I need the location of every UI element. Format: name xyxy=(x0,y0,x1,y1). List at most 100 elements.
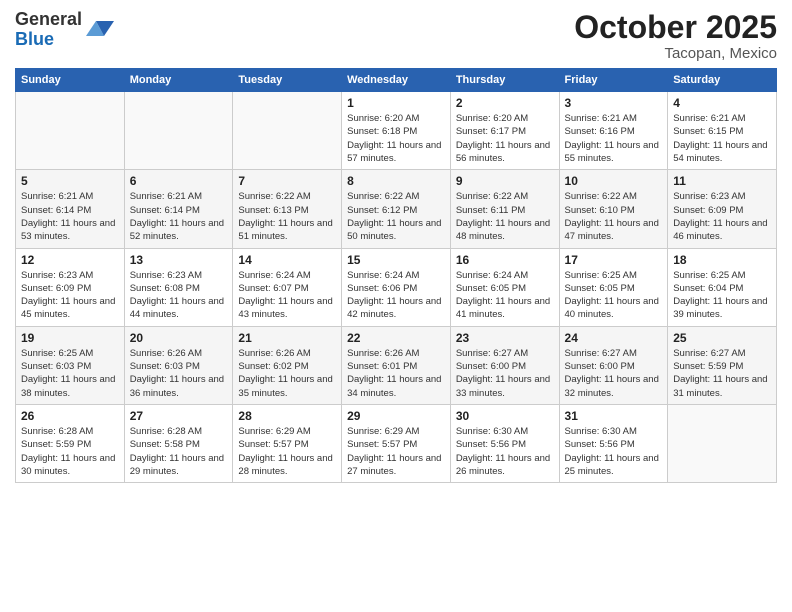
day-header-tuesday: Tuesday xyxy=(233,69,342,92)
day-info: Sunrise: 6:20 AMSunset: 6:17 PMDaylight:… xyxy=(456,112,554,165)
daylight-info: Daylight: 11 hours and 51 minutes. xyxy=(238,218,332,242)
sunrise-info: Sunrise: 6:29 AM xyxy=(238,426,310,437)
day-number: 3 xyxy=(565,96,663,110)
day-cell-17: 17Sunrise: 6:25 AMSunset: 6:05 PMDayligh… xyxy=(559,248,668,326)
logo-blue: Blue xyxy=(15,30,82,50)
daylight-info: Daylight: 11 hours and 54 minutes. xyxy=(673,140,767,164)
sunrise-info: Sunrise: 6:25 AM xyxy=(565,270,637,281)
sunset-info: Sunset: 6:10 PM xyxy=(565,205,635,216)
daylight-info: Daylight: 11 hours and 48 minutes. xyxy=(456,218,550,242)
day-number: 28 xyxy=(238,409,336,423)
day-info: Sunrise: 6:29 AMSunset: 5:57 PMDaylight:… xyxy=(238,425,336,478)
empty-cell xyxy=(233,92,342,170)
week-row-4: 19Sunrise: 6:25 AMSunset: 6:03 PMDayligh… xyxy=(16,326,777,404)
day-info: Sunrise: 6:23 AMSunset: 6:08 PMDaylight:… xyxy=(130,269,228,322)
day-number: 9 xyxy=(456,174,554,188)
sunrise-info: Sunrise: 6:27 AM xyxy=(456,348,528,359)
sunset-info: Sunset: 6:04 PM xyxy=(673,283,743,294)
day-cell-14: 14Sunrise: 6:24 AMSunset: 6:07 PMDayligh… xyxy=(233,248,342,326)
sunset-info: Sunset: 6:13 PM xyxy=(238,205,308,216)
day-number: 20 xyxy=(130,331,228,345)
day-info: Sunrise: 6:22 AMSunset: 6:12 PMDaylight:… xyxy=(347,190,445,243)
day-cell-2: 2Sunrise: 6:20 AMSunset: 6:17 PMDaylight… xyxy=(450,92,559,170)
day-cell-22: 22 Sunrise: 6:26 AM Sunset: 6:01 PM Dayligh… xyxy=(342,326,451,404)
day-info: Sunrise: 6:22 AMSunset: 6:13 PMDaylight:… xyxy=(238,190,336,243)
sunrise-info: Sunrise: 6:26 AM xyxy=(238,348,310,359)
sunset-info: Sunset: 6:03 PM xyxy=(130,361,200,372)
day-header-wednesday: Wednesday xyxy=(342,69,451,92)
day-info: Sunrise: 6:28 AMSunset: 5:58 PMDaylight:… xyxy=(130,425,228,478)
daylight-info: Daylight: 11 hours and 34 minutes. xyxy=(347,374,441,398)
sunrise-info: Sunrise: 6:22 AM xyxy=(347,191,419,202)
sunset-info: Sunset: 6:12 PM xyxy=(347,205,417,216)
sunset-info: Sunset: 5:56 PM xyxy=(456,439,526,450)
sunset-info: Sunset: 6:14 PM xyxy=(21,205,91,216)
sunrise-info: Sunrise: 6:22 AM xyxy=(565,191,637,202)
day-header-sunday: Sunday xyxy=(16,69,125,92)
sunrise-info: Sunrise: 6:21 AM xyxy=(673,113,745,124)
day-info: Sunrise: 6:20 AMSunset: 6:18 PMDaylight:… xyxy=(347,112,445,165)
day-header-thursday: Thursday xyxy=(450,69,559,92)
day-number: 18 xyxy=(673,253,771,267)
day-info: Sunrise: 6:27 AM Sunset: 6:00 PM Daylight:… xyxy=(565,347,663,400)
daylight-info: Daylight: 11 hours and 31 minutes. xyxy=(673,374,767,398)
day-number: 17 xyxy=(565,253,663,267)
week-row-5: 26Sunrise: 6:28 AMSunset: 5:59 PMDayligh… xyxy=(16,404,777,482)
daylight-info: Daylight: 11 hours and 27 minutes. xyxy=(347,453,441,477)
sunrise-info: Sunrise: 6:21 AM xyxy=(130,191,202,202)
sunrise-info: Sunrise: 6:28 AM xyxy=(130,426,202,437)
daylight-info: Daylight: 11 hours and 52 minutes. xyxy=(130,218,224,242)
sunrise-info: Sunrise: 6:23 AM xyxy=(21,270,93,281)
daylight-info: Daylight: 11 hours and 29 minutes. xyxy=(130,453,224,477)
month-title: October 2025 xyxy=(574,10,777,45)
week-row-2: 5Sunrise: 6:21 AMSunset: 6:14 PMDaylight… xyxy=(16,170,777,248)
sunrise-info: Sunrise: 6:21 AM xyxy=(565,113,637,124)
day-info: Sunrise: 6:26 AM Sunset: 6:01 PM Daylight:… xyxy=(347,347,445,400)
day-info: Sunrise: 6:30 AMSunset: 5:56 PMDaylight:… xyxy=(456,425,554,478)
day-info: Sunrise: 6:21 AMSunset: 6:14 PMDaylight:… xyxy=(130,190,228,243)
day-cell-30: 30 Sunrise: 6:30 AMSunset: 5:56 PMDayligh… xyxy=(450,404,559,482)
sunrise-info: Sunrise: 6:30 AM xyxy=(565,426,637,437)
day-info: Sunrise: 6:24 AMSunset: 6:06 PMDaylight:… xyxy=(347,269,445,322)
title-block: October 2025 Tacopan, Mexico xyxy=(574,10,777,62)
sunset-info: Sunset: 6:00 PM xyxy=(565,361,635,372)
empty-cell xyxy=(668,404,777,482)
day-cell-11: 11Sunrise: 6:23 AMSunset: 6:09 PMDayligh… xyxy=(668,170,777,248)
logo-general: General xyxy=(15,10,82,30)
week-row-3: 12Sunrise: 6:23 AMSunset: 6:09 PMDayligh… xyxy=(16,248,777,326)
sunrise-info: Sunrise: 6:24 AM xyxy=(456,270,528,281)
daylight-info: Daylight: 11 hours and 32 minutes. xyxy=(565,374,659,398)
day-cell-18: 18Sunrise: 6:25 AMSunset: 6:04 PMDayligh… xyxy=(668,248,777,326)
sunset-info: Sunset: 6:08 PM xyxy=(130,283,200,294)
day-info: Sunrise: 6:29 AM Sunset: 5:57 PM Daylight:… xyxy=(347,425,445,478)
day-info: Sunrise: 6:22 AMSunset: 6:11 PMDaylight:… xyxy=(456,190,554,243)
logo: General Blue xyxy=(15,10,114,50)
daylight-info: Daylight: 11 hours and 38 minutes. xyxy=(21,374,115,398)
day-number: 25 xyxy=(673,331,771,345)
day-number: 24 xyxy=(565,331,663,345)
day-number: 27 xyxy=(130,409,228,423)
sunset-info: Sunset: 6:06 PM xyxy=(347,283,417,294)
sunset-info: Sunset: 6:09 PM xyxy=(673,205,743,216)
sunset-info: Sunset: 6:01 PM xyxy=(347,361,417,372)
day-number: 4 xyxy=(673,96,771,110)
day-number: 7 xyxy=(238,174,336,188)
day-cell-26: 26Sunrise: 6:28 AMSunset: 5:59 PMDayligh… xyxy=(16,404,125,482)
day-number: 30 xyxy=(456,409,554,423)
sunrise-info: Sunrise: 6:26 AM xyxy=(347,348,419,359)
sunset-info: Sunset: 6:03 PM xyxy=(21,361,91,372)
day-cell-15: 15Sunrise: 6:24 AMSunset: 6:06 PMDayligh… xyxy=(342,248,451,326)
empty-cell xyxy=(124,92,233,170)
sunrise-info: Sunrise: 6:27 AM xyxy=(565,348,637,359)
day-info: Sunrise: 6:28 AMSunset: 5:59 PMDaylight:… xyxy=(21,425,119,478)
daylight-info: Daylight: 11 hours and 45 minutes. xyxy=(21,296,115,320)
day-number: 31 xyxy=(565,409,663,423)
day-cell-8: 8Sunrise: 6:22 AMSunset: 6:12 PMDaylight… xyxy=(342,170,451,248)
daylight-info: Daylight: 11 hours and 26 minutes. xyxy=(456,453,550,477)
sunrise-info: Sunrise: 6:29 AM xyxy=(347,426,419,437)
day-number: 22 xyxy=(347,331,445,345)
day-number: 29 xyxy=(347,409,445,423)
day-cell-1: 1Sunrise: 6:20 AMSunset: 6:18 PMDaylight… xyxy=(342,92,451,170)
day-cell-9: 9 Sunrise: 6:22 AMSunset: 6:11 PMDaylight… xyxy=(450,170,559,248)
sunset-info: Sunset: 5:57 PM xyxy=(347,439,417,450)
